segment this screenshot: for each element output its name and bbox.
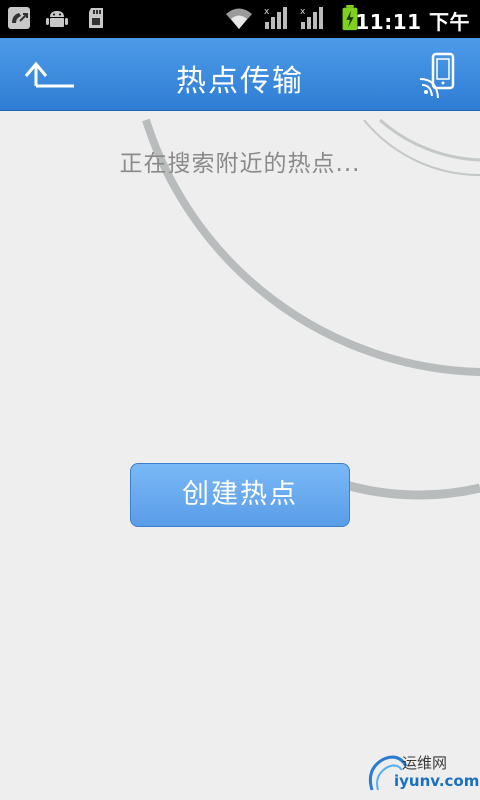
sd-card-icon: [89, 8, 103, 28]
signal-icon: x: [264, 7, 287, 29]
phone-connect-icon: [419, 52, 455, 99]
status-time: 11:11 下午: [355, 10, 470, 34]
svg-text:x: x: [264, 7, 270, 17]
watermark: 运维网 iyunv.com: [364, 750, 479, 796]
status-bar: x x 11:11 下午: [0, 0, 480, 38]
svg-text:x: x: [300, 7, 306, 17]
search-status-text: 正在搜索附近的热点...: [119, 151, 361, 177]
page-title: 热点传输: [176, 64, 304, 99]
phone-connect-button[interactable]: [418, 52, 462, 100]
watermark-text: 运维网: [402, 754, 448, 772]
create-hotspot-button[interactable]: 创建热点: [130, 463, 350, 527]
android-debug-icon: [46, 11, 68, 27]
signal-icon: x: [300, 7, 323, 29]
wifi-icon: [226, 8, 252, 29]
title-bar: 热点传输: [0, 38, 480, 111]
watermark-url: iyunv.com: [394, 772, 480, 790]
missed-call-icon: [8, 7, 30, 29]
